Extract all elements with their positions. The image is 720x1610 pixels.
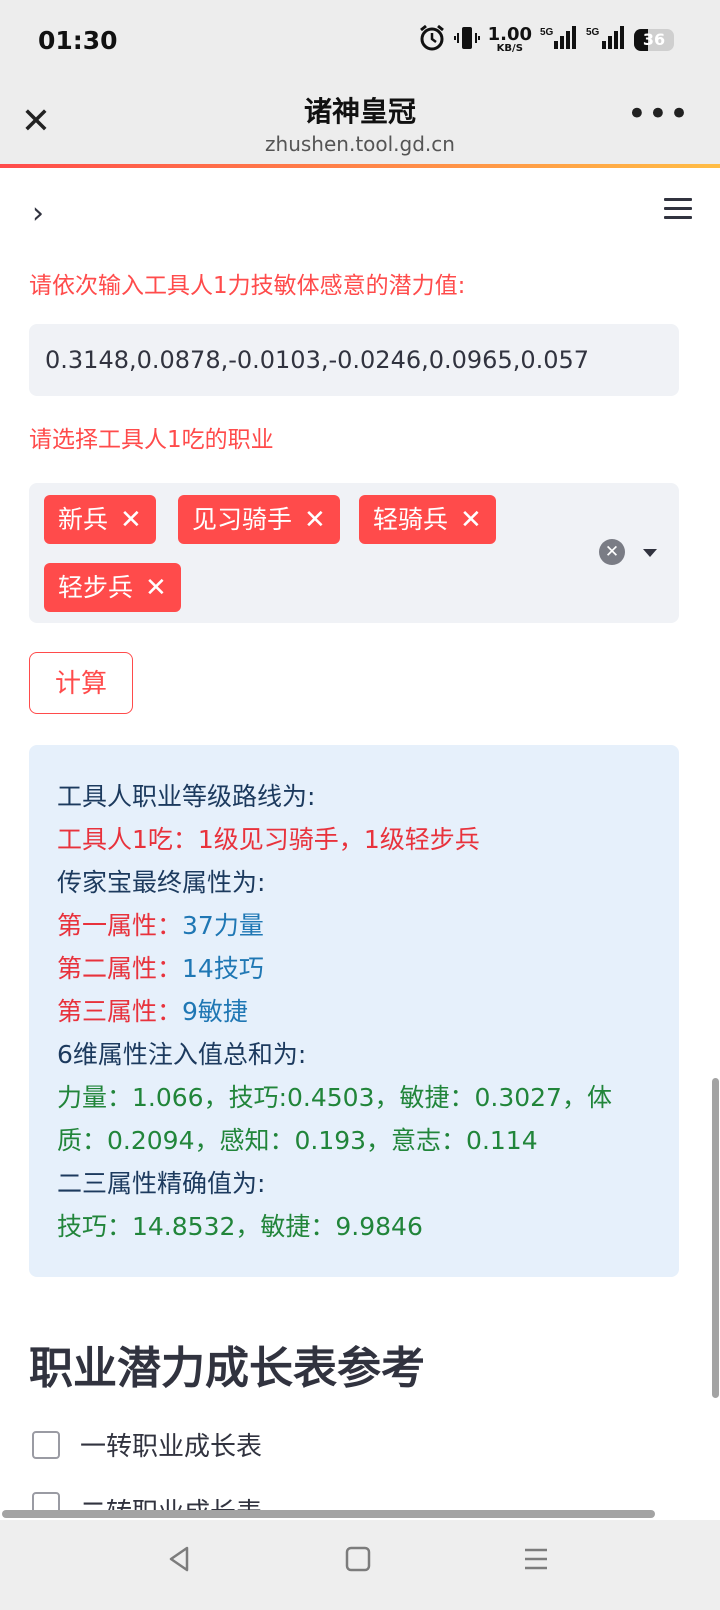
dropdown-caret-icon[interactable] (643, 549, 657, 557)
job-tag[interactable]: 新兵 ✕ (44, 495, 156, 544)
network-speed: 1.00 KB/S (487, 24, 532, 54)
calculate-button[interactable]: 计算 (29, 652, 133, 714)
home-icon[interactable] (338, 1544, 378, 1584)
job-tag[interactable]: 轻步兵 ✕ (44, 563, 181, 612)
status-bar: 01:30 1.00 KB/S 5G 5G 36 (0, 0, 720, 84)
attr-row: 第一属性：37力量 (57, 911, 264, 940)
browser-header: ✕ 诸神皇冠 zhushen.tool.gd.cn ••• (0, 84, 720, 166)
exact-title: 二三属性精确值为: (57, 1169, 266, 1198)
battery-icon: 36 (634, 29, 674, 51)
job-tag[interactable]: 见习骑手 ✕ (178, 495, 340, 544)
more-icon[interactable]: ••• (627, 94, 690, 134)
back-icon[interactable] (160, 1544, 200, 1584)
signal-icon-2: 5G (584, 25, 626, 55)
horizontal-scrollbar[interactable] (2, 1510, 655, 1518)
recents-menu-icon[interactable] (516, 1544, 556, 1584)
svg-text:5G: 5G (586, 27, 600, 38)
attr-row: 第二属性：14技巧 (57, 954, 264, 983)
system-nav-bar (0, 1520, 720, 1610)
potential-label: 请依次输入工具人1力技敏体感意的潜力值: (29, 273, 466, 299)
remove-tag-icon[interactable]: ✕ (120, 505, 142, 535)
vibrate-icon (453, 25, 480, 55)
potential-input[interactable]: 0.3148,0.0878,-0.0103,-0.0246,0.0965,0.0… (29, 324, 679, 396)
remove-tag-icon[interactable]: ✕ (304, 505, 326, 535)
vertical-scrollbar[interactable] (712, 1078, 719, 1398)
checkbox-icon[interactable] (32, 1492, 60, 1510)
checkbox-first-job[interactable]: 一转职业成长表 (32, 1426, 262, 1463)
page-url: zhushen.tool.gd.cn (265, 132, 455, 156)
signal-icon: 5G (540, 25, 576, 55)
checkbox-icon[interactable] (32, 1430, 60, 1459)
attr-row: 第三属性：9敏捷 (57, 997, 248, 1026)
alarm-icon (418, 24, 446, 56)
sum-value: 力量：1.066，技巧:0.4503，敏捷：0.3027，体质：0.2094，感… (57, 1083, 612, 1155)
load-progress-bar (0, 164, 720, 168)
clock: 01:30 (38, 26, 118, 55)
route-title: 工具人职业等级路线为: (57, 782, 316, 811)
svg-text:5G: 5G (540, 27, 554, 38)
hamburger-menu-icon[interactable] (664, 198, 692, 225)
final-attr-title: 传家宝最终属性为: (57, 868, 266, 897)
sidebar-expand-icon[interactable]: › (32, 196, 44, 231)
checkbox-second-job[interactable]: 二转职业成长表 (32, 1492, 262, 1510)
page-title: 诸神皇冠 (303, 95, 416, 128)
result-box: 工具人职业等级路线为: 工具人1吃：1级见习骑手，1级轻步兵 传家宝最终属性为:… (29, 745, 679, 1277)
job-tag[interactable]: 轻骑兵 ✕ (359, 495, 496, 544)
remove-tag-icon[interactable]: ✕ (145, 573, 167, 603)
route-text: 工具人1吃：1级见习骑手，1级轻步兵 (57, 825, 480, 854)
job-label: 请选择工具人1吃的职业 (29, 427, 274, 453)
clear-all-icon[interactable]: ✕ (599, 539, 625, 565)
status-icons: 1.00 KB/S 5G 5G 36 (418, 24, 674, 56)
section-title: 职业潜力成长表参考 (29, 1343, 425, 1394)
remove-tag-icon[interactable]: ✕ (460, 505, 482, 535)
job-multiselect[interactable]: 新兵 ✕ 见习骑手 ✕ 轻骑兵 ✕ 轻步兵 ✕ ✕ (29, 483, 679, 623)
sum-title: 6维属性注入值总和为: (57, 1040, 307, 1069)
exact-value: 技巧：14.8532，敏捷：9.9846 (57, 1212, 423, 1241)
